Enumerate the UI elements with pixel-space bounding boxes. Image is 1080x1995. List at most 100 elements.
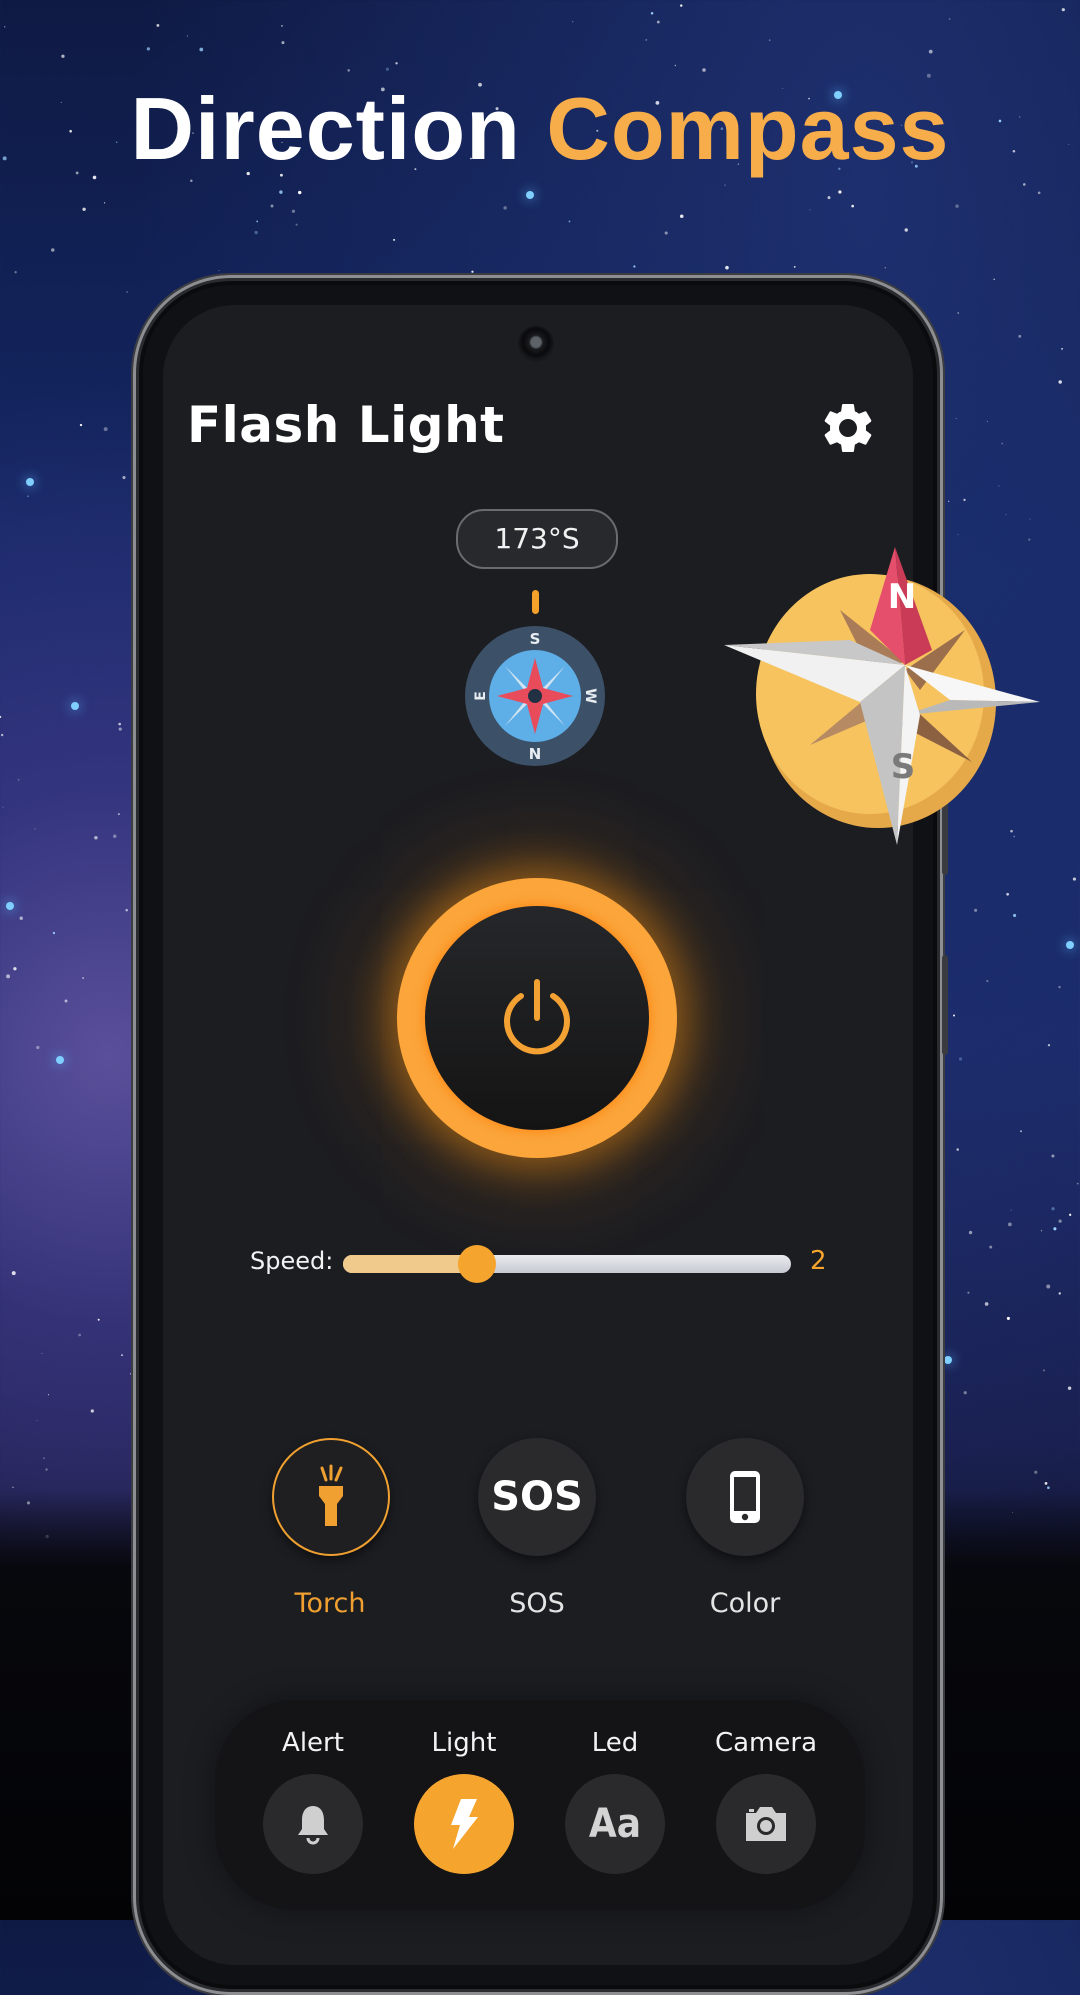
- star: [986, 420, 988, 422]
- star: [674, 64, 677, 67]
- star: [156, 23, 160, 27]
- mode-sos-button[interactable]: SOS: [478, 1438, 596, 1556]
- star: [12, 1486, 14, 1488]
- star: [957, 312, 959, 314]
- star: [702, 68, 706, 72]
- power-icon: [504, 979, 570, 1055]
- mode-color-button[interactable]: [686, 1438, 804, 1556]
- nav-led-button[interactable]: Aa: [565, 1774, 665, 1874]
- speed-slider[interactable]: [343, 1245, 791, 1283]
- mode-torch-button[interactable]: [272, 1438, 390, 1556]
- front-camera: [518, 326, 554, 362]
- compass-letter-right: W: [582, 688, 598, 703]
- star: [838, 190, 842, 194]
- star: [955, 418, 957, 420]
- star: [793, 265, 796, 268]
- star: [1067, 1386, 1072, 1390]
- star: [47, 1394, 49, 1396]
- star: [967, 1291, 970, 1294]
- star: [97, 1318, 100, 1321]
- star: [724, 184, 726, 186]
- star: [958, 1057, 963, 1061]
- star: [45, 1468, 48, 1471]
- sos-icon: SOS: [491, 1474, 583, 1520]
- star: [1047, 1044, 1051, 1047]
- star: [118, 727, 122, 731]
- star: [103, 427, 108, 432]
- bell-icon: [298, 1806, 328, 1845]
- power-button[interactable]: [397, 878, 677, 1158]
- star: [1005, 514, 1007, 516]
- power-button-face: [425, 906, 649, 1130]
- settings-button[interactable]: [818, 398, 878, 458]
- star: [27, 495, 30, 498]
- star: [125, 908, 128, 912]
- hero-title: Direction Compass: [0, 78, 1080, 180]
- star: [82, 207, 86, 211]
- star: [725, 265, 729, 270]
- star: [395, 62, 398, 65]
- star: [1053, 1227, 1057, 1231]
- compass-letter-left: E: [473, 691, 489, 701]
- phone-side-button: [942, 955, 948, 1055]
- star: [1058, 1292, 1061, 1295]
- star: [955, 204, 959, 208]
- nav-camera-button[interactable]: [716, 1774, 816, 1874]
- star: [1037, 191, 1041, 195]
- star: [36, 1419, 38, 1421]
- star: [19, 916, 23, 920]
- star: [633, 265, 636, 268]
- star: [218, 270, 220, 272]
- mode-label-color: Color: [709, 1588, 781, 1619]
- star: [78, 1333, 81, 1337]
- gear-icon: [824, 403, 872, 452]
- star: [11, 1271, 16, 1276]
- star: [199, 47, 204, 52]
- star: [1058, 985, 1061, 989]
- star: [664, 231, 668, 235]
- compass-letter-bottom: N: [529, 744, 542, 762]
- star: [146, 47, 150, 51]
- phone-icon: [730, 1471, 760, 1523]
- star: [34, 828, 36, 830]
- star: [256, 220, 259, 223]
- speed-label: Speed:: [250, 1247, 334, 1275]
- star: [953, 1014, 955, 1017]
- star: [0, 733, 4, 737]
- nav-label-alert: Alert: [282, 1728, 344, 1758]
- star: [851, 204, 854, 208]
- star: [281, 41, 285, 45]
- heading-indicator-tick: [532, 590, 539, 614]
- star: [809, 209, 811, 211]
- star: [956, 1148, 959, 1151]
- star: [503, 206, 507, 210]
- nav-alert-button[interactable]: [263, 1774, 363, 1874]
- star: [768, 39, 771, 41]
- star: [989, 1245, 993, 1249]
- star: [1044, 1481, 1048, 1485]
- star: [4, 26, 6, 28]
- bright-star: [71, 702, 79, 710]
- star: [1010, 1209, 1012, 1211]
- bright-star: [6, 902, 14, 910]
- star: [118, 722, 122, 726]
- star: [291, 209, 296, 213]
- star: [385, 67, 389, 71]
- heading-readout: 173°S: [456, 509, 618, 569]
- speed-value: 2: [810, 1246, 827, 1276]
- star: [270, 204, 274, 208]
- star: [1058, 1219, 1062, 1223]
- star: [993, 278, 996, 281]
- torch-icon: [319, 1464, 343, 1526]
- star: [50, 248, 55, 252]
- star: [968, 1230, 973, 1235]
- star: [572, 21, 574, 23]
- star: [1022, 183, 1026, 186]
- hero-title-white: Direction: [130, 79, 521, 178]
- star: [43, 1457, 45, 1459]
- nav-light-button[interactable]: [414, 1774, 514, 1874]
- bright-star: [526, 191, 534, 199]
- nav-label-camera: Camera: [714, 1728, 818, 1758]
- mode-label-sos: SOS: [509, 1588, 565, 1619]
- speed-slider-fill: [343, 1255, 478, 1273]
